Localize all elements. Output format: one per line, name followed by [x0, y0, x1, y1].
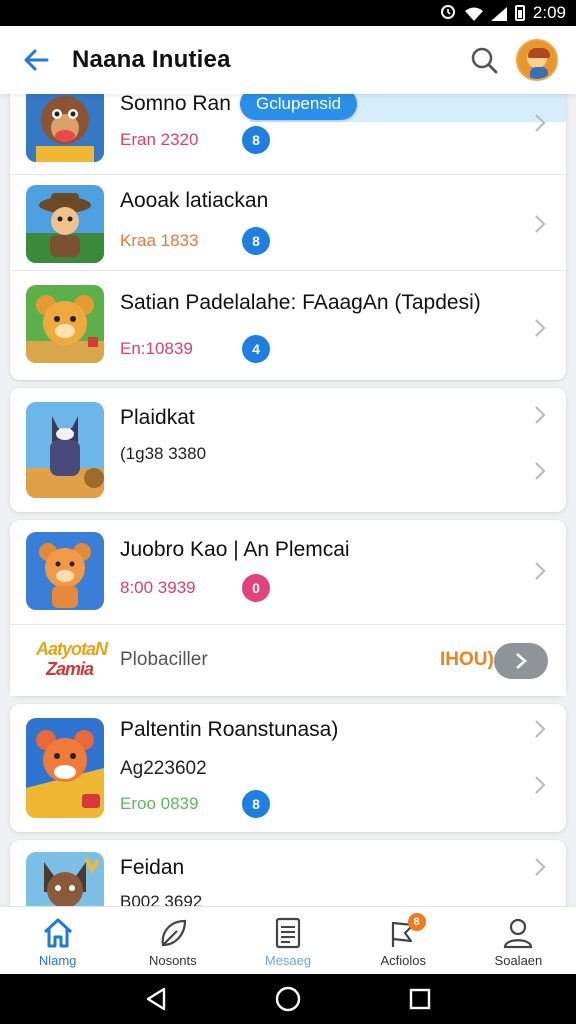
chevron-right-icon [532, 718, 548, 740]
item-subtitle: B002 3692 [120, 892, 203, 906]
ad-logo: AatyotaN Zamia [36, 639, 108, 679]
badge-icon: 0 [242, 574, 270, 602]
ad-open-button[interactable] [494, 643, 548, 679]
item-title: Feidan [120, 856, 185, 879]
nav-third[interactable]: Mesaeg [230, 907, 345, 974]
home-circle-icon[interactable] [274, 985, 302, 1013]
item-subtitle: Kraa 1833 [120, 231, 199, 250]
search-icon [471, 47, 498, 74]
nav-label: Nosonts [148, 953, 197, 968]
item-subtitle: En:10839 [120, 339, 193, 358]
game-list: Somno Ran Gclupensid Eran 2320 8 Aooak l… [0, 94, 576, 906]
nav-second[interactable]: Nosonts [115, 907, 230, 974]
badge-icon: 8 [242, 790, 270, 818]
game-thumbnail [26, 285, 104, 363]
badge-icon: 8 [242, 227, 270, 255]
list-card: Paltentin Roanstunasa) Ag223602 Eroo 083… [10, 704, 566, 832]
badge-icon: 4 [242, 335, 270, 363]
nav-fourth[interactable]: 8 Acfiolos [346, 907, 461, 974]
list-item[interactable]: Plaidkat (1g38 3380 [10, 388, 566, 512]
search-button[interactable] [466, 42, 502, 78]
item-subtitle: 8:00 3939 [120, 578, 196, 597]
app-bar: Naana Inutiea [0, 26, 576, 94]
status-bar: 2:09 [0, 0, 576, 26]
back-triangle-icon[interactable] [142, 985, 170, 1013]
list-item[interactable]: Paltentin Roanstunasa) Ag223602 Eroo 083… [10, 704, 566, 832]
item-title: Juobro Kao | An Plemcai [120, 538, 350, 561]
status-time: 2:09 [532, 3, 566, 22]
ad-banner[interactable]: AatyotaN Zamia Plobaciller IHOU) [10, 624, 566, 696]
list-item[interactable]: Somno Ran Gclupensid Eran 2320 8 [10, 94, 566, 174]
nav-label: Nlamg [38, 953, 77, 968]
back-arrow-icon [24, 49, 49, 71]
list-card: Somno Ran Gclupensid Eran 2320 8 Aooak l… [10, 94, 566, 380]
category-pill[interactable]: Gclupensid [240, 94, 358, 120]
item-subtitle: (1g38 3380 [120, 444, 207, 463]
avatar[interactable] [516, 39, 558, 81]
list-item[interactable]: Satian Padelalahe: FAaagAn (Tapdesi) En:… [10, 270, 566, 380]
game-thumbnail [26, 532, 104, 610]
document-icon [275, 917, 301, 949]
signal-icon [490, 6, 507, 21]
list-card: Feidan B002 3692 [10, 840, 566, 906]
game-thumbnail [26, 852, 104, 906]
wifi-icon [464, 6, 483, 21]
item-title: Somno Ran [120, 94, 231, 115]
item-title: Plaidkat [120, 406, 195, 429]
nav-label: Soalaen [494, 953, 543, 968]
item-title: Aooak latiackan [120, 189, 269, 212]
ad-tag: IHOU) [440, 649, 494, 670]
chevron-right-icon [532, 404, 548, 426]
home-icon [43, 918, 72, 948]
bottom-navigation: Nlamg Nosonts Mesaeg 8 Acfiolos Soalaen [0, 906, 576, 974]
chevron-right-icon [532, 774, 548, 796]
person-icon [504, 918, 533, 949]
nav-label: Acfiolos [380, 953, 426, 968]
leaf-icon [161, 919, 186, 947]
nav-label: Mesaeg [264, 953, 312, 968]
ad-label: Plobaciller [120, 649, 208, 670]
item-subtitle: Ag223602 [120, 758, 207, 779]
chevron-right-icon [532, 112, 548, 134]
system-navigation-bar [0, 974, 576, 1024]
item-title: Satian Padelalahe: FAaagAn (Tapdesi) [120, 291, 481, 314]
chevron-right-icon [532, 317, 548, 339]
nav-home[interactable]: Nlamg [0, 907, 115, 974]
chevron-right-icon [532, 560, 548, 582]
item-subtitle-secondary: Eroo 0839 [120, 794, 199, 813]
battery-icon [514, 5, 525, 21]
chevron-right-icon [516, 653, 527, 669]
item-title: Paltentin Roanstunasa) [120, 718, 339, 741]
list-item[interactable]: Juobro Kao | An Plemcai 8:00 3939 0 [10, 520, 566, 624]
game-thumbnail [26, 94, 104, 162]
back-button[interactable] [18, 42, 54, 78]
page-title: Naana Inutiea [72, 46, 231, 73]
item-subtitle: Eran 2320 [120, 130, 199, 149]
list-item[interactable]: Aooak latiackan Kraa 1833 8 [10, 174, 566, 270]
chevron-right-icon [532, 460, 548, 482]
nav-fifth[interactable]: Soalaen [461, 907, 576, 974]
game-thumbnail [26, 718, 104, 818]
chevron-right-icon [532, 856, 548, 878]
list-card: Plaidkat (1g38 3380 [10, 388, 566, 512]
recents-square-icon[interactable] [406, 985, 434, 1013]
chevron-right-icon [532, 213, 548, 235]
alarm-icon [439, 2, 457, 25]
notification-badge: 8 [407, 913, 426, 931]
list-item[interactable]: Feidan B002 3692 [10, 840, 566, 906]
badge-icon: 8 [242, 126, 270, 154]
game-thumbnail [26, 185, 104, 263]
game-thumbnail [26, 402, 104, 498]
